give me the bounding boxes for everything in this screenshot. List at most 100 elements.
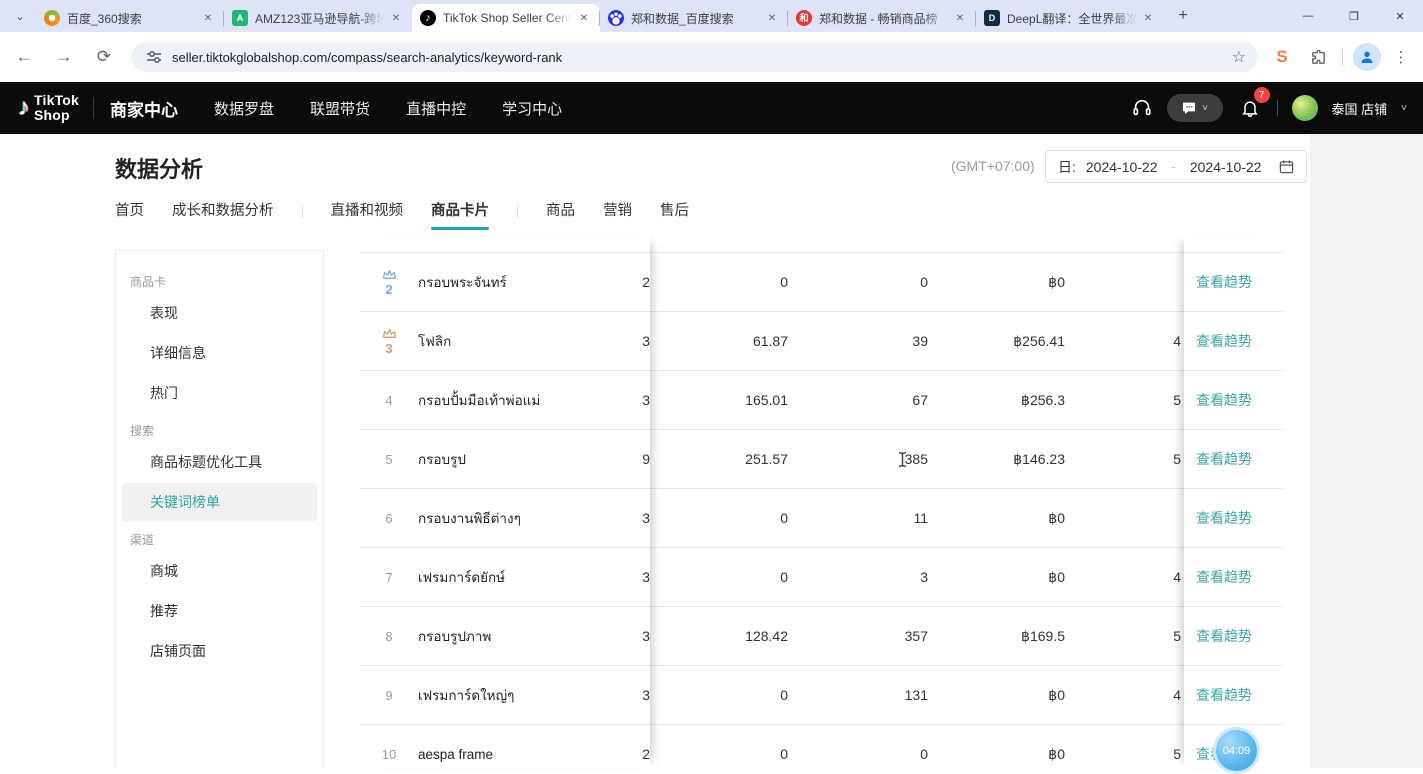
subtab[interactable]: 首页 bbox=[115, 199, 144, 230]
keyword-cell: เฟรมการ์ดใหญ่ๆ bbox=[418, 684, 634, 706]
chat-bubble-icon bbox=[1181, 100, 1197, 116]
extension-s-icon[interactable]: S bbox=[1268, 43, 1296, 71]
date-end-value[interactable]: 2024-10-22 bbox=[1190, 159, 1262, 175]
metric-2-cell: 39 bbox=[808, 312, 928, 370]
profile-avatar-icon[interactable] bbox=[1353, 43, 1381, 71]
shop-avatar[interactable] bbox=[1292, 95, 1318, 121]
site-settings-icon[interactable] bbox=[146, 49, 162, 65]
back-icon[interactable]: ← bbox=[8, 41, 40, 73]
close-icon[interactable]: ✕ bbox=[576, 10, 592, 26]
header-nav-item[interactable]: 联盟带货 bbox=[310, 98, 370, 119]
close-icon[interactable]: ✕ bbox=[1140, 10, 1156, 26]
extensions-puzzle-icon[interactable] bbox=[1304, 43, 1332, 71]
browser-tab[interactable]: AAMZ123亚马逊导航-跨境✕ bbox=[224, 4, 412, 32]
table-row-action: 查看趋势 bbox=[1184, 430, 1283, 489]
notifications-button[interactable]: 7 bbox=[1237, 95, 1263, 121]
header-nav-item[interactable]: 商家中心 bbox=[110, 96, 178, 121]
rank-cell: 5 bbox=[360, 452, 418, 467]
tab-search-icon[interactable]: ⌄ bbox=[6, 4, 34, 28]
close-icon[interactable]: ✕ bbox=[200, 10, 216, 26]
close-icon[interactable]: ✕ bbox=[952, 10, 968, 26]
sidebar-item[interactable]: 店铺页面 bbox=[122, 632, 317, 670]
subtab[interactable]: 营销 bbox=[603, 199, 632, 230]
gmv-cell: ฿169.5 bbox=[935, 607, 1065, 665]
date-start-value[interactable]: 2024-10-22 bbox=[1086, 159, 1158, 175]
bookmark-star-icon[interactable]: ☆ bbox=[1232, 47, 1246, 67]
sidebar-item[interactable]: 推荐 bbox=[122, 592, 317, 630]
subtab[interactable]: 商品 bbox=[546, 199, 575, 230]
browser-tab[interactable]: ♪TikTok Shop Seller Cente✕ bbox=[412, 4, 600, 32]
page-right-gutter bbox=[1310, 134, 1423, 768]
url-text[interactable]: seller.tiktokglobalshop.com/compass/sear… bbox=[172, 50, 1232, 65]
restore-icon[interactable]: ❐ bbox=[1331, 0, 1377, 32]
table-row-action: 查看趋势 bbox=[1184, 371, 1283, 430]
header-right: ˅ 7 泰国 店铺 ˅ bbox=[1131, 82, 1407, 134]
subtab[interactable]: 成长和数据分析 bbox=[172, 199, 274, 230]
view-trend-link[interactable]: 查看趋势 bbox=[1196, 508, 1252, 528]
subtab[interactable]: 直播和视频 bbox=[331, 199, 404, 230]
keyword-cell: กรอบงานพิธีต่างๆ bbox=[418, 507, 634, 529]
view-trend-link[interactable]: 查看趋势 bbox=[1196, 331, 1252, 351]
shop-label[interactable]: 泰国 店铺 bbox=[1332, 99, 1388, 118]
gmv-cell: ฿0 bbox=[935, 725, 1065, 768]
view-trend-link[interactable]: 查看趋势 bbox=[1196, 390, 1252, 410]
clipped-left-value: 2 bbox=[634, 274, 650, 290]
gmv-cell: ฿0 bbox=[935, 489, 1065, 547]
subtab-divider bbox=[302, 204, 303, 218]
table-top-partial-row bbox=[650, 235, 1184, 253]
subtab[interactable]: 商品卡片 bbox=[431, 199, 489, 230]
table-fixed-left-pane: 2กรอบพระจันทร์23โฟลิก34กรอบปั้มมือเท้าพ่… bbox=[360, 235, 650, 768]
browser-toolbar: ← → ⟳ seller.tiktokglobalshop.com/compas… bbox=[0, 32, 1423, 82]
view-trend-link[interactable]: 查看趋势 bbox=[1196, 685, 1252, 705]
tab-title: 郑和数据_百度搜索 bbox=[631, 10, 760, 27]
close-window-icon[interactable]: ✕ bbox=[1377, 0, 1423, 32]
address-bar[interactable]: seller.tiktokglobalshop.com/compass/sear… bbox=[132, 42, 1258, 72]
rank-cell: 4 bbox=[360, 393, 418, 408]
table-row-values: 0131฿04 bbox=[650, 666, 1184, 725]
forward-icon[interactable]: → bbox=[48, 41, 80, 73]
metric-1-cell: 0 bbox=[650, 253, 788, 311]
timer-badge[interactable]: 04:09 bbox=[1213, 727, 1260, 774]
sidebar-item[interactable]: 商城 bbox=[122, 552, 317, 590]
sidebar-item[interactable]: 关键词榜单 bbox=[122, 483, 317, 521]
view-trend-link[interactable]: 查看趋势 bbox=[1196, 626, 1252, 646]
menu-kebab-icon[interactable]: ⋮ bbox=[1387, 43, 1415, 71]
messages-button[interactable]: ˅ bbox=[1167, 94, 1223, 122]
view-trend-link[interactable]: 查看趋势 bbox=[1196, 567, 1252, 587]
new-tab-icon[interactable]: + bbox=[1170, 3, 1196, 29]
shop-chevron-icon[interactable]: ˅ bbox=[1401, 103, 1407, 114]
table-row-action: 查看趋势 bbox=[1184, 253, 1283, 312]
browser-tab[interactable]: 郑和数据_百度搜索✕ bbox=[600, 4, 788, 32]
page-title: 数据分析 bbox=[115, 152, 203, 184]
gmv-cell: ฿0 bbox=[935, 253, 1065, 311]
tiktok-shop-logo[interactable]: ♪ TikTokShop bbox=[18, 93, 79, 122]
close-icon[interactable]: ✕ bbox=[388, 10, 404, 26]
sidebar-item[interactable]: 详细信息 bbox=[122, 334, 317, 372]
tab-title: 郑和数据 - 畅销商品榜 bbox=[819, 10, 948, 27]
clipped-left-value: 3 bbox=[634, 628, 650, 644]
browser-tab[interactable]: DDeepL翻译：全世界最准确✕ bbox=[976, 4, 1164, 32]
header-nav-item[interactable]: 直播中控 bbox=[406, 98, 466, 119]
subtab[interactable]: 售后 bbox=[660, 199, 689, 230]
rank-cell: 2 bbox=[360, 269, 418, 296]
header-nav-item[interactable]: 学习中心 bbox=[502, 98, 562, 119]
date-range-picker[interactable]: 日: 2024-10-22 - 2024-10-22 bbox=[1045, 150, 1307, 183]
browser-tab[interactable]: 百度_360搜索✕ bbox=[36, 4, 224, 32]
header-nav-item[interactable]: 数据罗盘 bbox=[214, 98, 274, 119]
clipped-left-value: 2 bbox=[634, 746, 650, 762]
minimize-icon[interactable]: — bbox=[1285, 0, 1331, 32]
view-trend-link[interactable]: 查看趋势 bbox=[1196, 272, 1252, 292]
metric-1-cell: 0 bbox=[650, 725, 788, 768]
headset-icon[interactable] bbox=[1131, 97, 1153, 119]
sidebar-item[interactable]: 热门 bbox=[122, 374, 317, 412]
reload-icon[interactable]: ⟳ bbox=[88, 41, 120, 73]
browser-tab[interactable]: 和郑和数据 - 畅销商品榜✕ bbox=[788, 4, 976, 32]
calendar-icon[interactable] bbox=[1279, 159, 1294, 174]
view-trend-link[interactable]: 查看趋势 bbox=[1196, 449, 1252, 469]
close-icon[interactable]: ✕ bbox=[764, 10, 780, 26]
rank-cell: 6 bbox=[360, 511, 418, 526]
table-row-action: 查看趋势 bbox=[1184, 489, 1283, 548]
sidebar-item[interactable]: 商品标题优化工具 bbox=[122, 443, 317, 481]
sidebar-item[interactable]: 表现 bbox=[122, 294, 317, 332]
metric-1-cell: 128.42 bbox=[650, 607, 788, 665]
